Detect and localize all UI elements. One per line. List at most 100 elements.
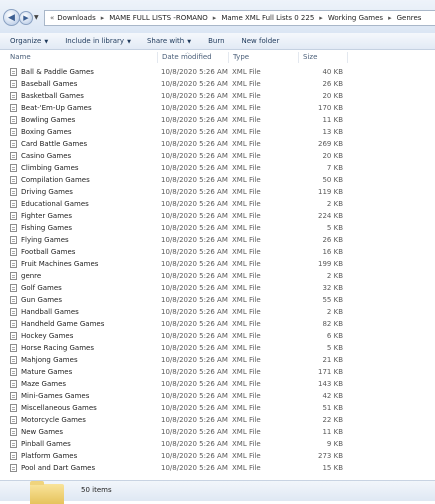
file-type: XML File <box>232 356 261 364</box>
file-row[interactable]: Handheld Game Games 10/8/2020 5:26 AM XML … <box>0 318 435 330</box>
xml-file-icon <box>10 296 17 304</box>
breadcrumb-overflow-icon[interactable]: « <box>50 14 54 22</box>
column-divider[interactable] <box>157 52 158 63</box>
file-row[interactable]: Fruit Machines Games 10/8/2020 5:26 AM XML… <box>0 258 435 270</box>
column-divider[interactable] <box>228 52 229 63</box>
file-row[interactable]: Mini-Games Games 10/8/2020 5:26 AM XML Fil… <box>0 390 435 402</box>
column-header-size[interactable]: Size <box>303 53 317 61</box>
breadcrumb-separator-icon[interactable]: ▸ <box>319 14 323 22</box>
burn-button[interactable]: Burn <box>208 37 224 45</box>
file-row[interactable]: Flying Games 10/8/2020 5:26 AM XML File 26 … <box>0 234 435 246</box>
file-name: Hockey Games <box>21 332 74 340</box>
file-row[interactable]: Bowling Games 10/8/2020 5:26 AM XML File 11… <box>0 114 435 126</box>
file-date-modified: 10/8/2020 5:26 AM <box>161 404 228 412</box>
column-header-type[interactable]: Type <box>233 53 249 61</box>
recent-pages-dropdown-icon[interactable]: ▼ <box>34 14 39 21</box>
file-row[interactable]: Hockey Games 10/8/2020 5:26 AM XML File 6 K… <box>0 330 435 342</box>
file-row[interactable]: Climbing Games 10/8/2020 5:26 AM XML File 7… <box>0 162 435 174</box>
file-size: 273 KB <box>318 452 343 460</box>
file-type: XML File <box>232 92 261 100</box>
file-name: Fruit Machines Games <box>21 260 99 268</box>
xml-file-icon <box>10 452 17 460</box>
file-row[interactable]: Handball Games 10/8/2020 5:26 AM XML File 2… <box>0 306 435 318</box>
file-row[interactable]: Fighter Games 10/8/2020 5:26 AM XML File 22… <box>0 210 435 222</box>
back-button[interactable]: ◀ <box>3 9 20 26</box>
file-type: XML File <box>232 428 261 436</box>
breadcrumb-item[interactable]: MAME FULL LISTS -ROMANO <box>109 14 208 22</box>
breadcrumb-separator-icon[interactable]: ▸ <box>213 14 217 22</box>
column-header-name[interactable]: Name <box>10 53 31 61</box>
file-row[interactable]: Fishing Games 10/8/2020 5:26 AM XML File 5 … <box>0 222 435 234</box>
file-row[interactable]: Horse Racing Games 10/8/2020 5:26 AM XML F… <box>0 342 435 354</box>
forward-button[interactable]: ▶ <box>19 11 33 25</box>
organize-button[interactable]: Organize ▼ <box>10 37 48 45</box>
file-type: XML File <box>232 128 261 136</box>
column-divider[interactable] <box>298 52 299 63</box>
file-name: Fishing Games <box>21 224 73 232</box>
file-date-modified: 10/8/2020 5:26 AM <box>161 200 228 208</box>
share-with-button[interactable]: Share with ▼ <box>147 37 191 45</box>
file-date-modified: 10/8/2020 5:26 AM <box>161 224 228 232</box>
file-row[interactable]: Basketball Games 10/8/2020 5:26 AM XML Fil… <box>0 90 435 102</box>
file-row[interactable]: Golf Games 10/8/2020 5:26 AM XML File 32 KB <box>0 282 435 294</box>
file-type: XML File <box>232 236 261 244</box>
xml-file-icon <box>10 212 17 220</box>
breadcrumb-item[interactable]: Mame XML Full Lists 0 225 <box>221 14 314 22</box>
file-row[interactable]: Maze Games 10/8/2020 5:26 AM XML File 143 K… <box>0 378 435 390</box>
xml-file-icon <box>10 416 17 424</box>
xml-file-icon <box>10 248 17 256</box>
file-row[interactable]: Compilation Games 10/8/2020 5:26 AM XML Fi… <box>0 174 435 186</box>
xml-file-icon <box>10 224 17 232</box>
file-size: 5 KB <box>326 344 343 352</box>
file-row[interactable]: Football Games 10/8/2020 5:26 AM XML File 1… <box>0 246 435 258</box>
file-name: Climbing Games <box>21 164 79 172</box>
breadcrumb[interactable]: « Downloads ▸ MAME FULL LISTS -ROMANO ▸ … <box>44 10 435 26</box>
file-date-modified: 10/8/2020 5:26 AM <box>161 212 228 220</box>
file-size: 2 KB <box>326 272 343 280</box>
breadcrumb-separator-icon[interactable]: ▸ <box>388 14 392 22</box>
file-row[interactable]: Ball & Paddle Games 10/8/2020 5:26 AM XML … <box>0 66 435 78</box>
file-size: 26 KB <box>322 236 343 244</box>
file-type: XML File <box>232 380 261 388</box>
file-row[interactable]: Boxing Games 10/8/2020 5:26 AM XML File 13 … <box>0 126 435 138</box>
file-row[interactable]: Pool and Dart Games 10/8/2020 5:26 AM XML … <box>0 462 435 474</box>
file-type: XML File <box>232 68 261 76</box>
file-row[interactable]: Driving Games 10/8/2020 5:26 AM XML File 11… <box>0 186 435 198</box>
file-row[interactable]: Mahjong Games 10/8/2020 5:26 AM XML File 21… <box>0 354 435 366</box>
file-row[interactable]: Platform Games 10/8/2020 5:26 AM XML File 2… <box>0 450 435 462</box>
include-in-library-label: Include in library <box>65 37 125 45</box>
file-row[interactable]: Educational Games 10/8/2020 5:26 AM XML Fi… <box>0 198 435 210</box>
file-row[interactable]: Miscellaneous Games 10/8/2020 5:26 AM XML … <box>0 402 435 414</box>
file-row[interactable]: Card Battle Games 10/8/2020 5:26 AM XML Fi… <box>0 138 435 150</box>
column-divider[interactable] <box>347 52 348 63</box>
file-name: Beat-'Em-Up Games <box>21 104 92 112</box>
file-row[interactable]: Gun Games 10/8/2020 5:26 AM XML File 55 KB <box>0 294 435 306</box>
breadcrumb-item[interactable]: Working Games <box>328 14 383 22</box>
file-row[interactable]: Pinball Games 10/8/2020 5:26 AM XML File 9 … <box>0 438 435 450</box>
file-type: XML File <box>232 320 261 328</box>
file-row[interactable]: Motorcycle Games 10/8/2020 5:26 AM XML Fil… <box>0 414 435 426</box>
file-row[interactable]: Baseball Games 10/8/2020 5:26 AM XML File 2… <box>0 78 435 90</box>
file-type: XML File <box>232 140 261 148</box>
xml-file-icon <box>10 176 17 184</box>
file-date-modified: 10/8/2020 5:26 AM <box>161 140 228 148</box>
breadcrumb-item[interactable]: Genres <box>397 14 422 22</box>
burn-label: Burn <box>208 37 225 45</box>
file-size: 11 KB <box>322 116 343 124</box>
file-type: XML File <box>232 248 261 256</box>
xml-file-icon <box>10 464 17 472</box>
file-row[interactable]: Mature Games 10/8/2020 5:26 AM XML File 171… <box>0 366 435 378</box>
breadcrumb-separator-icon[interactable]: ▸ <box>101 14 105 22</box>
file-row[interactable]: Beat-'Em-Up Games 10/8/2020 5:26 AM XML Fi… <box>0 102 435 114</box>
file-row[interactable]: genre 10/8/2020 5:26 AM XML File 2 KB <box>0 270 435 282</box>
file-row[interactable]: New Games 10/8/2020 5:26 AM XML File 11 KB <box>0 426 435 438</box>
file-name: Pinball Games <box>21 440 71 448</box>
include-in-library-button[interactable]: Include in library ▼ <box>65 37 131 45</box>
file-name: genre <box>21 272 42 280</box>
column-header-date-modified[interactable]: Date modified <box>162 53 212 61</box>
new-folder-button[interactable]: New folder <box>242 37 280 45</box>
xml-file-icon <box>10 236 17 244</box>
file-row[interactable]: Casino Games 10/8/2020 5:26 AM XML File 20 … <box>0 150 435 162</box>
file-name: Mahjong Games <box>21 356 78 364</box>
breadcrumb-item[interactable]: Downloads <box>57 14 95 22</box>
